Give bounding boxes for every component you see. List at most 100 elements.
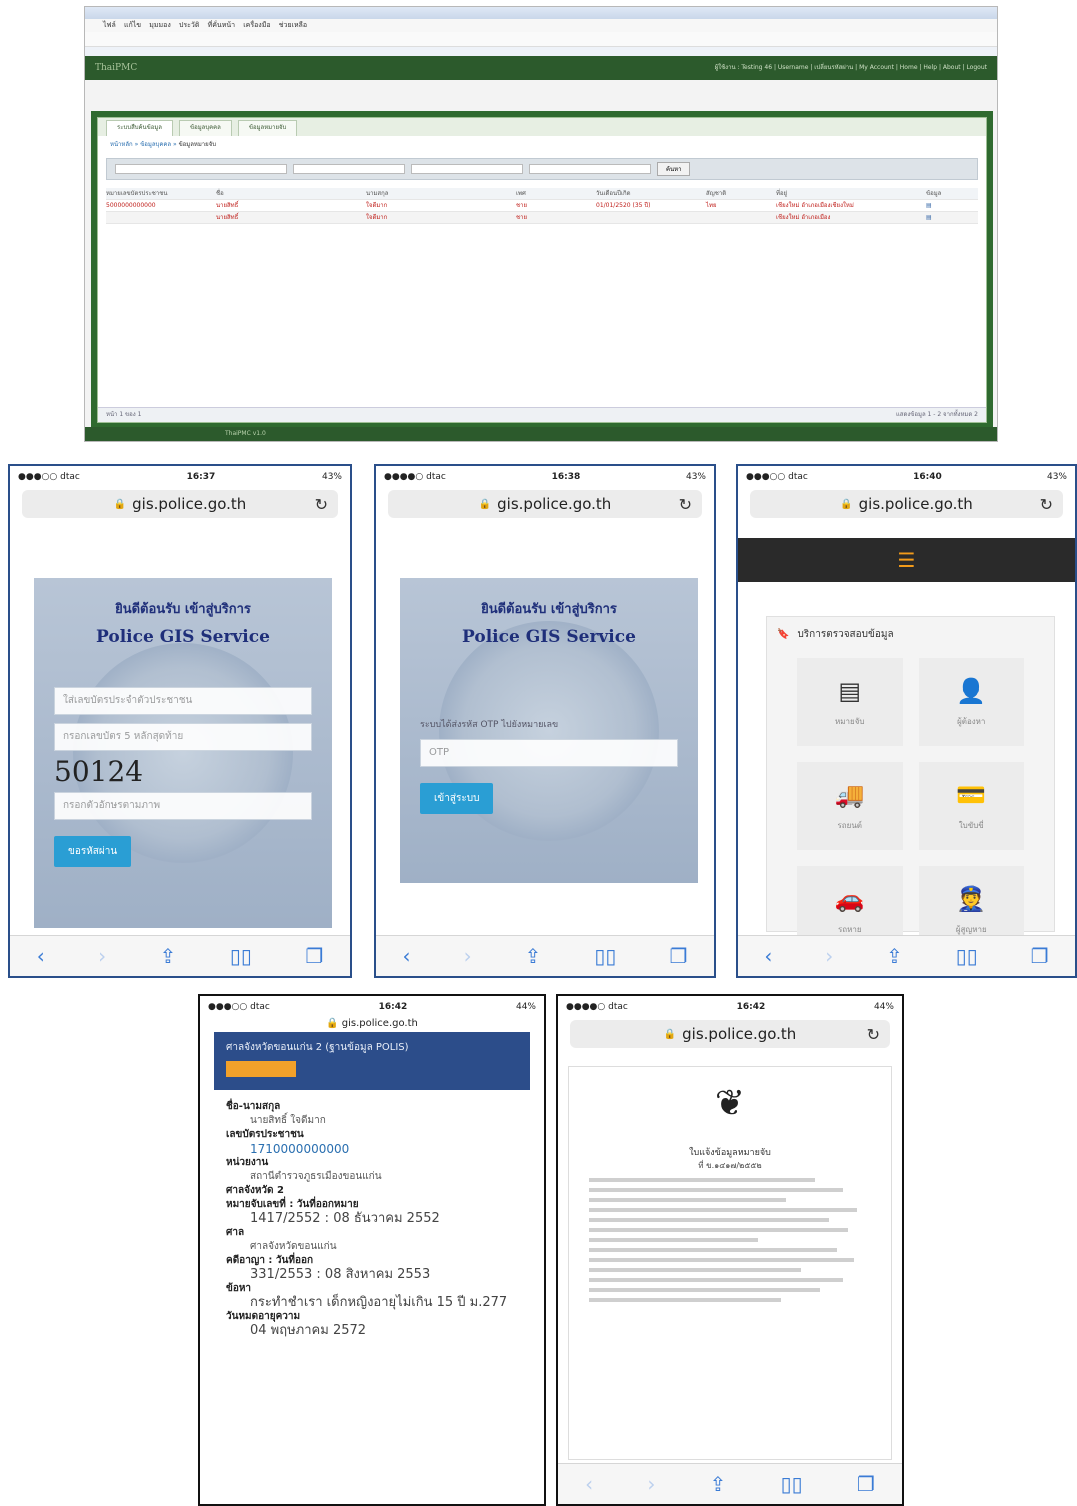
reload-icon[interactable]: ↻ [679,495,692,514]
clock: 16:42 [378,1002,408,1012]
back-icon[interactable]: ‹ [37,944,45,968]
back-icon[interactable]: ‹ [403,944,411,968]
forward-icon[interactable]: › [647,1472,655,1496]
browser-menubar[interactable]: ไฟล์ แก้ไข มุมมอง ประวัติ ที่คั่นหน้า เค… [85,19,997,32]
share-icon[interactable]: ⇪ [886,944,903,968]
url-bar[interactable]: 🔒 gis.police.go.th ↻ [750,490,1063,518]
table-cell: ชาย [516,214,527,221]
table-cell: นายสิทธิ์ [216,202,239,209]
bookmarks-icon[interactable]: ▯▯ [956,944,978,968]
welcome-english: Police GIS Service [96,627,270,647]
breadcrumb-person[interactable]: ข้อมูลบุคคล [140,141,171,148]
table-row[interactable]: 5000000000000 นายสิทธิ์ ใจดีมาก ชาย 01/0… [106,200,978,212]
lock-icon: 🔒 [840,498,853,510]
back-icon[interactable]: ‹ [764,944,772,968]
bookmarks-icon[interactable]: ▯▯ [781,1472,803,1496]
tab-search[interactable]: ระบบสืบค้นข้อมูล [106,120,173,136]
url-text-compact[interactable]: 🔒 gis.police.go.th [200,1018,544,1032]
hamburger-menu-icon[interactable]: ☰ [898,548,916,572]
column-header[interactable]: นามสกุล [366,188,516,199]
credit-card-icon: 💳 [956,780,987,809]
search-input-other[interactable] [529,164,651,174]
search-input-surname[interactable] [411,164,523,174]
field-label: วันหมดอายุความ [226,1311,301,1322]
url-bar[interactable]: 🔒 gis.police.go.th ↻ [22,490,338,518]
bookmarks-icon[interactable]: ▯▯ [230,944,252,968]
record-count: แสดงข้อมูล 1 - 2 จากทั้งหมด 2 [895,411,978,418]
text-line [589,1228,849,1232]
app-header: ThaiPMC ผู้ใช้งาน : Testing 46 | Usernam… [85,56,997,80]
field-value: กระทำชำเรา เด็กหญิงอายุไม่เกิน 15 ปี ม.2… [250,1295,508,1310]
search-input-id[interactable] [115,164,287,174]
column-header[interactable]: หมายเลขบัตรประชาชน [106,188,216,199]
column-header[interactable]: วันเดือนปีเกิด [596,188,706,199]
otp-field[interactable]: OTP [420,739,678,767]
tile-label: รถยนต์ [837,820,863,830]
table-cell [106,212,216,223]
id-card-field[interactable]: ใส่เลขบัตรประจำตัวประชาชน [54,687,312,715]
browser-address-bar[interactable] [85,32,997,47]
breadcrumb-home[interactable]: หน้าหลัก [110,141,133,148]
phone-last-digits-field[interactable]: กรอกเลขบัตร 5 หลักสุดท้าย [54,723,312,751]
table-cell: เชียงใหม่ อำเภอเมืองเชียงใหม่ [776,202,854,209]
share-icon[interactable]: ⇪ [710,1472,727,1496]
forward-icon[interactable]: › [464,944,472,968]
share-icon[interactable]: ⇪ [525,944,542,968]
view-detail-icon[interactable]: ▤ [926,212,966,223]
bookmarks-bar[interactable] [85,47,997,56]
table-cell: ใจดีมาก [366,202,388,209]
tile-vehicle[interactable]: 🚚 รถยนต์ [797,762,903,850]
url-bar[interactable]: 🔒 gis.police.go.th ↻ [388,490,702,518]
reload-icon[interactable]: ↻ [867,1025,880,1044]
lock-icon: 🔒 [663,1028,677,1040]
column-header[interactable]: เพศ [516,188,596,199]
request-password-button[interactable]: ขอรหัสผ่าน [54,836,132,867]
header-links[interactable]: ผู้ใช้งาน : Testing 46 | Username | เปลี… [715,56,987,80]
tabs-icon[interactable]: ❐ [669,944,687,968]
service-grid: ▤ หมายจับ 👤 ผู้ต้องหา 🚚 รถยนต์ 💳 ใบขับขี่ 🚗 ร… [767,652,1054,960]
tabs-icon[interactable]: ❐ [1031,944,1049,968]
column-header[interactable]: ชื่อ [216,188,366,199]
column-header[interactable]: ที่อยู่ [776,188,926,199]
url-bar[interactable]: 🔒 gis.police.go.th ↻ [570,1020,890,1048]
tile-license[interactable]: 💳 ใบขับขี่ [918,762,1024,850]
battery-level: 43% [321,472,342,482]
reload-icon[interactable]: ↻ [315,495,328,514]
reload-icon[interactable]: ↻ [1040,495,1053,514]
tabs-icon[interactable]: ❐ [305,944,323,968]
column-header[interactable]: ข้อมูล [926,188,966,199]
tabs-icon[interactable]: ❐ [857,1472,875,1496]
safari-toolbar: ‹ › ⇪ ▯▯ ❐ [10,935,350,976]
share-icon[interactable]: ⇪ [160,944,177,968]
search-button[interactable]: ค้นหา [657,162,691,176]
table-row[interactable]: นายสิทธิ์ ใจดีมาก ชาย เชียงใหม่ อำเภอเมื… [106,212,978,224]
forward-icon[interactable]: › [98,944,106,968]
text-line [589,1258,855,1262]
otp-card: ยินดีต้อนรับ เข้าสู่บริการ Police GIS Se… [400,578,698,883]
back-icon[interactable]: ‹ [585,1472,593,1496]
record-details: ชื่อ-นามสกุล นายสิทธิ์ ใจดีมาก เลขบัตรปร… [200,1090,544,1348]
tile-label: หมายจับ [835,716,865,726]
browser-titlebar [85,7,997,19]
clock: 16:40 [913,472,942,482]
forward-icon[interactable]: › [825,944,833,968]
table-cell: 01/01/2520 (35 ปี) [596,202,651,209]
tab-warrant[interactable]: ข้อมูลหมายจับ [237,120,298,136]
search-input-name[interactable] [293,164,405,174]
battery-level: 43% [1046,472,1067,482]
view-detail-icon[interactable]: ▤ [926,200,966,211]
pagination-info[interactable]: หน้า 1 ของ 1 [106,408,141,422]
tile-warrant[interactable]: ▤ หมายจับ [797,658,903,746]
bookmarks-icon[interactable]: ▯▯ [594,944,616,968]
safari-toolbar: ‹ › ⇪ ▯▯ ❐ [376,935,714,976]
captcha-field[interactable]: กรอกตัวอักษรตามภาพ [54,792,312,820]
field-value: ศาลจังหวัดขอนแก่น [250,1241,337,1252]
status-badge[interactable] [226,1061,296,1077]
tab-person[interactable]: ข้อมูลบุคคล [179,120,232,136]
login-button[interactable]: เข้าสู่ระบบ [420,783,494,814]
officer-icon: 👮 [956,884,987,913]
tile-suspect[interactable]: 👤 ผู้ต้องหา [918,658,1024,746]
field-value: 04 พฤษภาคม 2572 [250,1323,367,1338]
column-header[interactable]: สัญชาติ [706,188,776,199]
document-number: ที่ ข.๑๔๑๗/๒๕๕๒ [698,1161,762,1170]
